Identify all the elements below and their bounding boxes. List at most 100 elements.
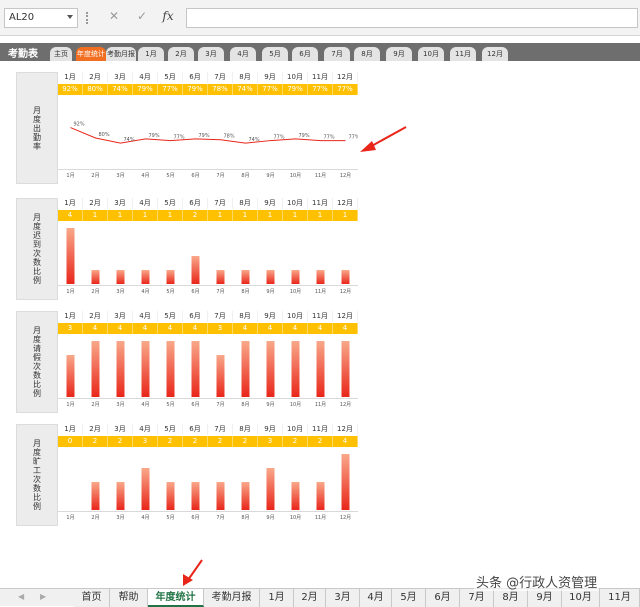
stat-block: 月度请假次数比例 1月 2月 3月 4月 5月 6月 7月 8月 9月 10月 11月 12月 3 4 4 4 4… xyxy=(16,311,358,413)
x-tick-label: 1月 xyxy=(66,289,75,295)
inner-tab[interactable]: 8月 xyxy=(354,47,380,61)
x-tick-label: 7月 xyxy=(216,402,225,408)
month-header: 1月 xyxy=(58,198,83,209)
month-header: 8月 xyxy=(233,424,258,435)
inner-tab[interactable]: 主页 xyxy=(50,47,72,61)
inner-tab[interactable]: 4月 xyxy=(230,47,256,61)
inner-tab[interactable]: 11月 xyxy=(450,47,476,61)
month-header: 5月 xyxy=(158,424,183,435)
value-cell: 80% xyxy=(83,84,108,95)
bar xyxy=(191,341,200,397)
bar xyxy=(241,482,250,510)
cancel-icon[interactable]: ✕ xyxy=(106,9,122,27)
bar xyxy=(266,468,275,510)
month-header: 12月 xyxy=(333,72,358,83)
month-header: 7月 xyxy=(208,198,233,209)
chevron-down-icon[interactable] xyxy=(67,15,73,19)
bar xyxy=(116,482,125,510)
inner-tab[interactable]: 5月 xyxy=(262,47,288,61)
insert-function-icon[interactable]: fx xyxy=(160,9,176,27)
scroll-right-icon[interactable]: ▶ xyxy=(40,592,46,601)
inner-tab[interactable]: 2月 xyxy=(168,47,194,61)
watermark: 头条 @行政人资管理 xyxy=(474,572,600,591)
sheet-tab[interactable]: 2月 xyxy=(294,589,326,607)
inner-tab-strip: 考勤表 主页 年度统计 考勤月报 1月 2月 3月 4月 5月 6月 7月 8月 9月 10月 11月 12… xyxy=(0,43,640,61)
x-tick-label: 4月 xyxy=(141,173,150,179)
x-axis xyxy=(58,169,358,170)
value-cell: 3 xyxy=(258,436,283,447)
value-cell: 3 xyxy=(133,436,158,447)
x-tick-label: 2月 xyxy=(91,289,100,295)
sheet-tab[interactable]: 7月 xyxy=(460,589,494,607)
sheet-tab[interactable]: 9月 xyxy=(528,589,562,607)
x-tick-label: 7月 xyxy=(216,289,225,295)
month-header: 3月 xyxy=(108,72,133,83)
x-tick-label: 6月 xyxy=(191,173,200,179)
inner-tab[interactable]: 7月 xyxy=(324,47,350,61)
sheet-tab[interactable]: 11月 xyxy=(600,589,640,607)
inner-tab[interactable]: 考勤月报 xyxy=(106,47,136,61)
value-cell: 77% xyxy=(158,84,183,95)
scroll-left-icon[interactable]: ◀ xyxy=(18,592,24,601)
value-cell: 79% xyxy=(183,84,208,95)
month-header: 8月 xyxy=(233,198,258,209)
x-tick-label: 7月 xyxy=(216,173,225,179)
x-axis-labels: 1月 2月 3月 4月 5月 6月 7月 8月 9月 10月 11月 12月 xyxy=(58,288,358,297)
sheet-tab[interactable]: 首页 xyxy=(74,589,110,607)
sheet-tab[interactable]: 考勤月报 xyxy=(204,589,260,607)
bar xyxy=(341,341,350,397)
value-cell: 92% xyxy=(58,84,83,95)
inner-tab[interactable]: 3月 xyxy=(198,47,224,61)
sheet-tab[interactable]: 5月 xyxy=(392,589,426,607)
x-axis xyxy=(58,398,358,399)
formula-input[interactable] xyxy=(186,8,638,28)
name-box[interactable]: AL20 xyxy=(4,8,78,28)
x-tick-label: 1月 xyxy=(66,515,75,521)
sheet-tab[interactable]: 年度统计 xyxy=(148,589,204,607)
value-cell: 2 xyxy=(208,436,233,447)
bar xyxy=(141,341,150,397)
sheet-tab[interactable]: 6月 xyxy=(426,589,460,607)
inner-tab[interactable]: 12月 xyxy=(482,47,508,61)
sheet-tab[interactable]: 3月 xyxy=(326,589,360,607)
bar xyxy=(141,270,150,284)
x-tick-label: 2月 xyxy=(91,515,100,521)
sheet-tab[interactable]: 8月 xyxy=(494,589,528,607)
x-tick-label: 4月 xyxy=(141,289,150,295)
inner-tab[interactable]: 6月 xyxy=(292,47,318,61)
data-label: 74% xyxy=(124,137,135,143)
sheet-tab[interactable]: 帮助 xyxy=(110,589,148,607)
sheet-tab[interactable]: 4月 xyxy=(360,589,392,607)
bar xyxy=(191,256,200,284)
confirm-icon[interactable]: ✓ xyxy=(134,9,150,27)
x-axis-labels: 1月 2月 3月 4月 5月 6月 7月 8月 9月 10月 11月 12月 xyxy=(58,172,358,181)
data-label: 77% xyxy=(324,135,335,141)
inner-tab[interactable]: 10月 xyxy=(418,47,444,61)
value-cell: 2 xyxy=(183,436,208,447)
value-cell: 77% xyxy=(258,84,283,95)
value-cell: 1 xyxy=(283,210,308,221)
x-axis-labels: 1月 2月 3月 4月 5月 6月 7月 8月 9月 10月 11月 12月 xyxy=(58,514,358,523)
month-header: 2月 xyxy=(83,198,108,209)
bar xyxy=(66,228,75,284)
inner-tab[interactable]: 年度统计 xyxy=(76,47,106,61)
value-cell: 4 xyxy=(333,323,358,334)
bar xyxy=(266,341,275,397)
month-header: 5月 xyxy=(158,72,183,83)
x-tick-label: 5月 xyxy=(166,289,175,295)
month-header: 10月 xyxy=(283,72,308,83)
inner-tab[interactable]: 1月 xyxy=(138,47,164,61)
month-header: 9月 xyxy=(258,424,283,435)
month-header: 5月 xyxy=(158,311,183,322)
value-cell: 1 xyxy=(158,210,183,221)
sheet-tab[interactable]: 1月 xyxy=(260,589,294,607)
sheet-tab[interactable]: 10月 xyxy=(562,589,600,607)
bar xyxy=(266,270,275,284)
bar xyxy=(316,341,325,397)
inner-tab[interactable]: 9月 xyxy=(386,47,412,61)
month-header: 7月 xyxy=(208,311,233,322)
bar xyxy=(216,270,225,284)
block-label-text: 月度旷工次数比例 xyxy=(32,439,42,511)
month-header: 3月 xyxy=(108,198,133,209)
value-row: 411112111111 xyxy=(58,210,358,221)
